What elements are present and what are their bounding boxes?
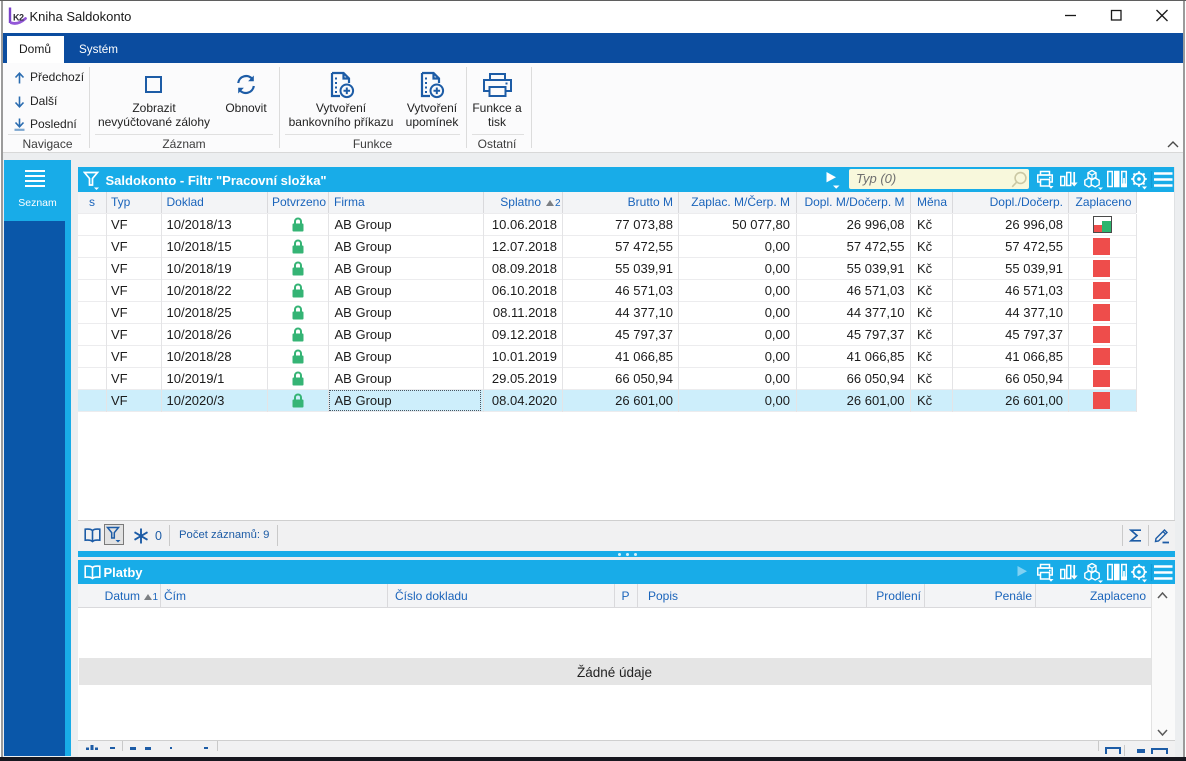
svg-text:K2: K2 — [13, 13, 24, 23]
